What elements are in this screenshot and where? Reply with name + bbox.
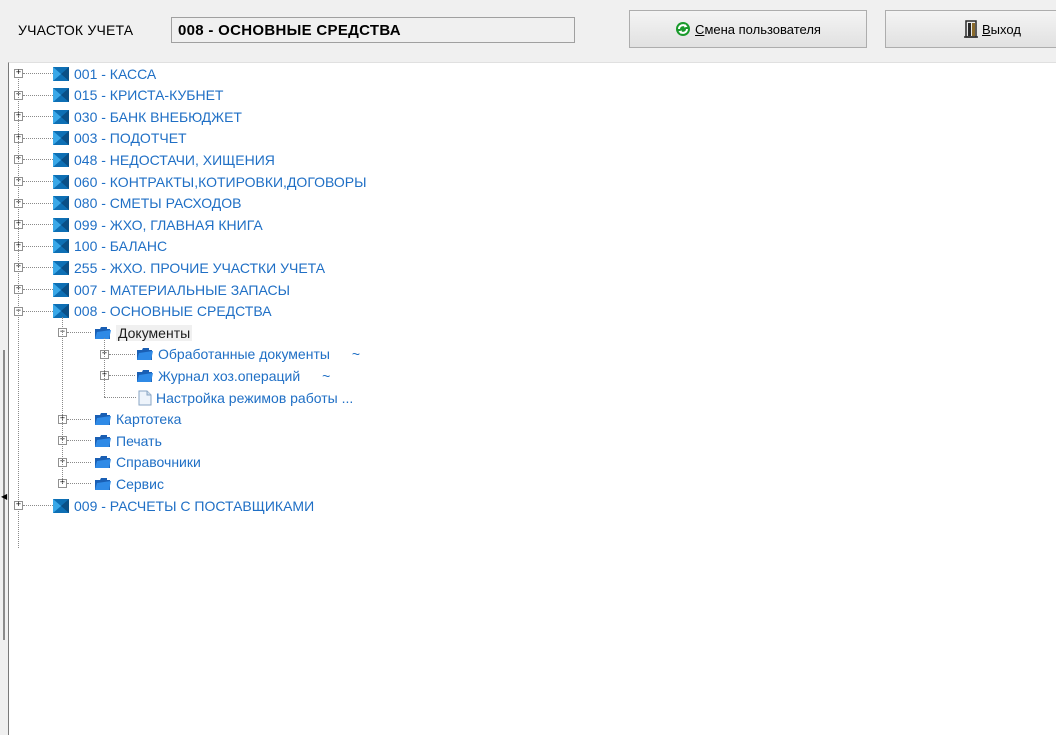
refresh-icon xyxy=(676,22,691,36)
exit-door-icon xyxy=(964,20,978,38)
tree-node-account-label: 001 - КАССА xyxy=(74,65,157,82)
tree-connector xyxy=(67,461,91,463)
tree-node-account-label: 099 - ЖХО, ГЛАВНАЯ КНИГА xyxy=(74,216,263,233)
tree-node-account[interactable]: 015 - КРИСТА-КУБНЕТ xyxy=(52,85,223,106)
account-section-label: УЧАСТОК УЧЕТА xyxy=(18,22,134,38)
folder-icon xyxy=(95,477,111,490)
tree-node-folder-label: Журнал хоз.операций xyxy=(158,367,301,384)
tree-node-folder-label: Картотека xyxy=(116,411,182,428)
tree-node-folder-label: Сервис xyxy=(116,475,164,492)
folder-icon xyxy=(95,434,111,447)
folder-icon xyxy=(137,348,153,361)
tree-node-folder[interactable]: Сервис xyxy=(94,473,164,494)
change-user-mnemonic: С xyxy=(695,21,705,37)
tree-node-account[interactable]: 048 - НЕДОСТАЧИ, ХИЩЕНИЯ xyxy=(52,149,275,170)
tree-node-account[interactable]: 007 - МАТЕРИАЛЬНЫЕ ЗАПАСЫ xyxy=(52,279,290,300)
change-user-button[interactable]: Смена пользователя xyxy=(629,10,867,48)
tree-connector xyxy=(67,440,91,442)
tree-connector xyxy=(109,353,135,355)
tree-node-folder[interactable]: Картотека xyxy=(94,409,181,430)
tree-node-folder[interactable]: Справочники xyxy=(94,452,201,473)
tree-node-account-label: 048 - НЕДОСТАЧИ, ХИЩЕНИЯ xyxy=(74,151,275,168)
tree-node-account[interactable]: 060 - КОНТРАКТЫ,КОТИРОВКИ,ДОГОВОРЫ xyxy=(52,171,367,192)
ledger-cube-icon xyxy=(53,498,69,513)
tree-connector xyxy=(62,316,63,484)
tree-node-account-label: 100 - БАЛАНС xyxy=(74,238,168,255)
tree-connector xyxy=(104,397,136,398)
ledger-cube-icon xyxy=(53,88,69,103)
tree-node-account-label: 009 - РАСЧЕТЫ С ПОСТАВЩИКАМИ xyxy=(74,497,315,514)
tree-node-document-label: Настройка режимов работы ... xyxy=(156,389,354,406)
tree-node-account[interactable]: 100 - БАЛАНС xyxy=(52,236,167,257)
folder-icon xyxy=(95,326,111,339)
ledger-cube-icon xyxy=(53,131,69,146)
tree-node-account-label: 008 - ОСНОВНЫЕ СРЕДСТВА xyxy=(74,303,272,320)
ledger-cube-icon xyxy=(53,217,69,232)
tree-node-account[interactable]: 255 - ЖХО. ПРОЧИЕ УЧАСТКИ УЧЕТА xyxy=(52,257,325,278)
tree-node-account-label: 015 - КРИСТА-КУБНЕТ xyxy=(74,87,224,104)
tree-node-folder-label: Обработанные документы xyxy=(158,346,330,363)
ledger-cube-icon xyxy=(53,196,69,211)
tree-node-folder-suffix: ~ xyxy=(322,367,331,384)
tree-connector xyxy=(67,483,91,485)
window-left-edge: ◀ xyxy=(0,0,8,735)
collapse-arrow-icon[interactable]: ◀ xyxy=(1,492,7,501)
tree-node-account-label: 255 - ЖХО. ПРОЧИЕ УЧАСТКИ УЧЕТА xyxy=(74,259,326,276)
tree-node-account[interactable]: 080 - СМЕТЫ РАСХОДОВ xyxy=(52,193,242,214)
tree-connector xyxy=(18,77,19,549)
tree-connector xyxy=(67,418,91,420)
ledger-cube-icon xyxy=(53,66,69,81)
account-section-field[interactable]: 008 - ОСНОВНЫЕ СРЕДСТВА xyxy=(171,17,575,43)
folder-icon xyxy=(95,413,111,426)
tree-node-folder[interactable]: Печать xyxy=(94,430,162,451)
folder-icon xyxy=(137,369,153,382)
top-toolbar: УЧАСТОК УЧЕТА 008 - ОСНОВНЫЕ СРЕДСТВА См… xyxy=(0,0,1056,62)
tree-node-account[interactable]: 009 - РАСЧЕТЫ С ПОСТАВЩИКАМИ xyxy=(52,495,314,516)
tree-node-account-label: 080 - СМЕТЫ РАСХОДОВ xyxy=(74,195,242,212)
ledger-cube-icon xyxy=(53,152,69,167)
ledger-cube-icon xyxy=(53,282,69,297)
tree-node-folder-suffix: ~ xyxy=(351,346,361,363)
tree-connector xyxy=(104,338,105,397)
tree-node-account-label: 007 - МАТЕРИАЛЬНЫЕ ЗАПАСЫ xyxy=(74,281,290,298)
ledger-cube-icon xyxy=(53,304,69,319)
tree-node-account-label: 003 - ПОДОТЧЕТ xyxy=(74,130,187,147)
change-user-label: мена пользователя xyxy=(704,21,821,37)
tree-node-folder[interactable]: Документы xyxy=(94,322,193,343)
document-icon xyxy=(138,390,152,405)
ledger-cube-icon xyxy=(53,174,69,189)
expand-toggle[interactable]: + xyxy=(14,501,23,510)
ledger-cube-icon xyxy=(53,239,69,254)
tree-node-folder-label: Печать xyxy=(116,432,162,449)
tree-node-account[interactable]: 008 - ОСНОВНЫЕ СРЕДСТВА xyxy=(52,301,272,322)
tree-node-account[interactable]: 030 - БАНК ВНЕБЮДЖЕТ xyxy=(52,106,242,127)
exit-mnemonic: В xyxy=(982,21,991,37)
tree-node-folder-label: Документы xyxy=(116,324,193,341)
folder-icon xyxy=(95,456,111,469)
ledger-cube-icon xyxy=(53,260,69,275)
tree-node-account[interactable]: 001 - КАССА xyxy=(52,63,156,84)
tree-node-account[interactable]: 099 - ЖХО, ГЛАВНАЯ КНИГА xyxy=(52,214,263,235)
tree-node-folder[interactable]: Журнал хоз.операций ~ xyxy=(136,365,330,386)
exit-label: ыход xyxy=(990,21,1021,37)
tree-node-account-label: 030 - БАНК ВНЕБЮДЖЕТ xyxy=(74,108,242,125)
exit-button[interactable]: Выход xyxy=(885,10,1056,48)
tree-node-document[interactable]: Настройка режимов работы ... xyxy=(138,387,353,408)
ledger-cube-icon xyxy=(53,109,69,124)
tree-node-account[interactable]: 003 - ПОДОТЧЕТ xyxy=(52,128,187,149)
tree-node-folder[interactable]: Обработанные документы ~ xyxy=(136,344,360,365)
tree-node-account-label: 060 - КОНТРАКТЫ,КОТИРОВКИ,ДОГОВОРЫ xyxy=(74,173,367,190)
tree-connector xyxy=(67,332,91,334)
tree-connector xyxy=(109,375,135,377)
tree-node-folder-label: Справочники xyxy=(116,454,201,471)
